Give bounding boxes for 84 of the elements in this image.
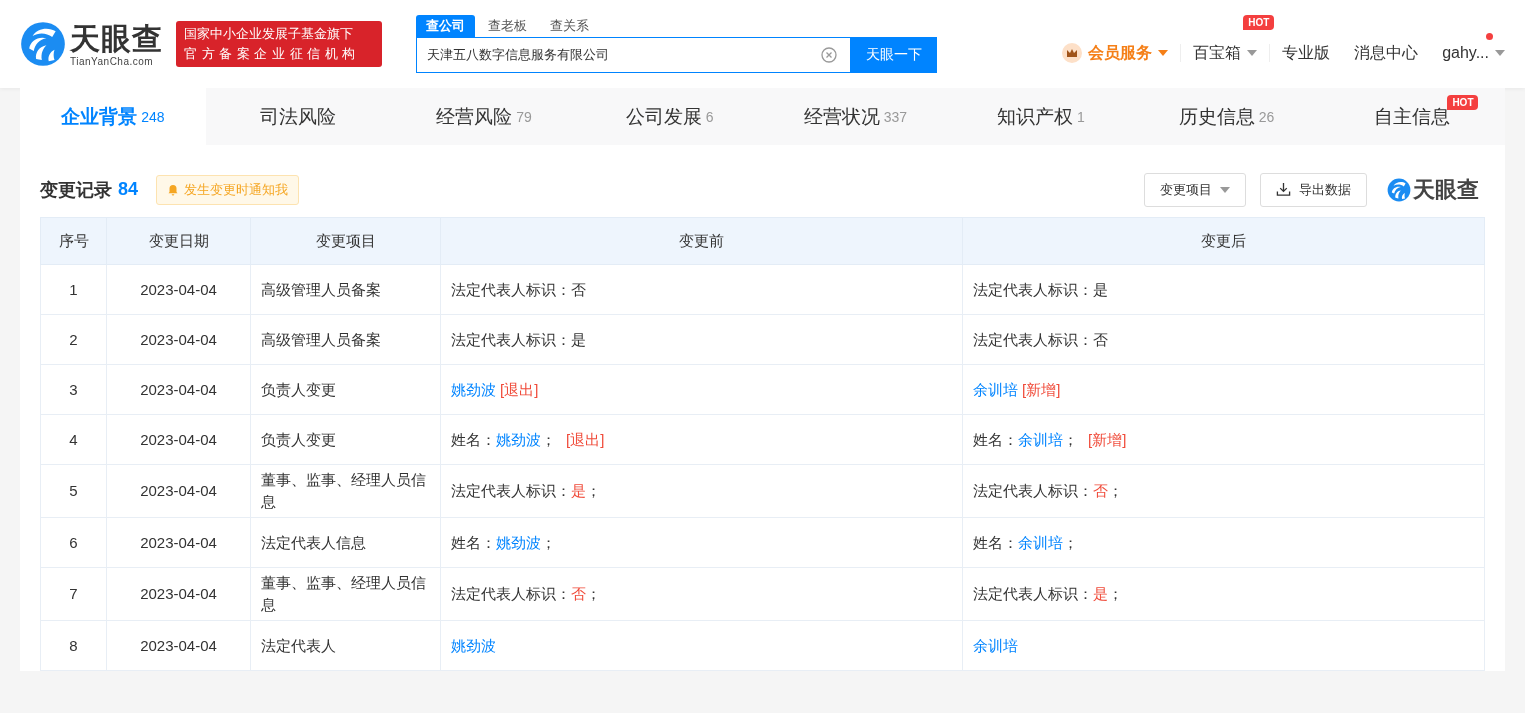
table-cell: 负责人变更 xyxy=(250,364,441,415)
table-cell: 董事、监事、经理人员信息 xyxy=(250,464,441,518)
table-cell: 2023-04-04 xyxy=(106,264,251,315)
section-tab[interactable]: 企业背景 248 xyxy=(20,88,206,145)
section-title: 变更记录 xyxy=(40,178,112,202)
table-cell: 2 xyxy=(40,314,107,365)
person-link[interactable]: 姚劲波 xyxy=(451,636,496,654)
table-cell: 4 xyxy=(40,414,107,465)
person-link[interactable]: 姚劲波 xyxy=(496,533,541,551)
hot-badge: HOT xyxy=(1243,14,1275,30)
column-header: 变更后 xyxy=(962,217,1485,265)
column-header: 变更前 xyxy=(440,217,963,265)
table-cell: 法定代表人信息 xyxy=(250,517,441,568)
table-cell: 高级管理人员备案 xyxy=(250,314,441,365)
user-menu[interactable]: gahy... xyxy=(1442,44,1489,62)
person-link[interactable]: 余训培 xyxy=(973,636,1018,654)
record-count: 84 xyxy=(118,179,139,200)
section-tab[interactable]: 经营风险 79 xyxy=(391,88,577,145)
table-cell: 2023-04-04 xyxy=(106,314,251,365)
table-cell: 2023-04-04 xyxy=(106,464,251,518)
column-header: 序号 xyxy=(40,217,107,265)
table-cell: 7 xyxy=(40,567,107,621)
download-icon xyxy=(1276,182,1291,197)
change-text: 法定代表人标识：否 xyxy=(451,280,586,298)
change-text: 法定代表人标识：是 xyxy=(451,330,586,348)
table-cell: 高级管理人员备案 xyxy=(250,264,441,315)
logo-text: 天眼查 xyxy=(70,21,163,56)
table-cell: 2023-04-04 xyxy=(106,364,251,415)
table-cell: 6 xyxy=(40,517,107,568)
table-cell: 1 xyxy=(40,264,107,315)
change-text: 姓名：姚劲波； [退出] xyxy=(451,430,605,448)
change-text: 余训培 [新增] xyxy=(973,380,1061,398)
table-cell: 2023-04-04 xyxy=(106,517,251,568)
table-cell: 5 xyxy=(40,464,107,518)
filter-dropdown[interactable]: 变更项目 xyxy=(1144,172,1246,207)
change-text: 姓名：余训培； xyxy=(973,533,1078,551)
search-tab[interactable]: 查关系 xyxy=(540,15,599,37)
logo-icon xyxy=(20,21,66,67)
table-cell: 法定代表人 xyxy=(250,620,441,671)
change-text: 姓名：姚劲波； xyxy=(451,533,556,551)
export-button[interactable]: 导出数据 xyxy=(1260,172,1367,207)
table-cell: 8 xyxy=(40,620,107,671)
change-text: 法定代表人标识：是 xyxy=(973,280,1108,298)
search-tab[interactable]: 查公司 xyxy=(416,15,475,37)
clear-icon[interactable] xyxy=(821,47,837,63)
search-field[interactable]: 天津五八数字信息服务有限公司 xyxy=(416,37,851,73)
brand-text: 天眼查 xyxy=(1413,175,1479,204)
person-link[interactable]: 姚劲波 xyxy=(496,430,541,448)
nav-link[interactable]: 百宝箱 xyxy=(1193,42,1242,64)
table-cell: 3 xyxy=(40,364,107,415)
hot-badge: HOT xyxy=(1447,95,1479,110)
change-text: 法定代表人标识：是； xyxy=(973,585,1123,602)
search-tab[interactable]: 查老板 xyxy=(478,15,537,37)
change-text: 法定代表人标识：否； xyxy=(451,585,601,602)
table-cell: 董事、监事、经理人员信息 xyxy=(250,567,441,621)
table-cell: 2023-04-04 xyxy=(106,620,251,671)
logo-icon xyxy=(1387,177,1411,202)
change-text: 姓名：余训培； [新增] xyxy=(973,430,1127,448)
caret-icon xyxy=(1220,186,1230,193)
slogan-badge: 国家中小企业发展子基金旗下 官方备案企业征信机构 xyxy=(176,21,382,67)
column-header: 变更项目 xyxy=(250,217,441,265)
nav-link[interactable]: 专业版 xyxy=(1282,42,1331,64)
change-text: 姚劲波 [退出] xyxy=(451,380,539,398)
section-tab[interactable]: 历史信息 26 xyxy=(1133,88,1320,145)
nav-link[interactable]: 消息中心 xyxy=(1354,42,1419,64)
person-link[interactable]: 余训培 xyxy=(973,380,1018,398)
person-link[interactable]: 余训培 xyxy=(1018,533,1063,551)
bell-icon xyxy=(167,183,180,196)
crown-icon xyxy=(1062,43,1083,63)
section-tab[interactable]: 经营状况 337 xyxy=(762,88,949,145)
column-header: 变更日期 xyxy=(106,217,251,265)
domain-text: TianYanCha.com xyxy=(70,55,155,67)
change-text: 法定代表人标识：是； xyxy=(451,482,601,499)
table-cell: 负责人变更 xyxy=(250,414,441,465)
person-link[interactable]: 余训培 xyxy=(1018,430,1063,448)
change-text: 法定代表人标识：否； xyxy=(973,482,1123,499)
person-link[interactable]: 姚劲波 xyxy=(451,380,496,398)
table-cell: 2023-04-04 xyxy=(106,567,251,621)
section-tab[interactable]: 知识产权 1 xyxy=(948,88,1134,145)
table-cell: 2023-04-04 xyxy=(106,414,251,465)
search-button[interactable]: 天眼一下 xyxy=(851,37,937,73)
change-text: 法定代表人标识：否 xyxy=(973,330,1108,348)
section-tab[interactable]: 司法风险 xyxy=(205,88,392,145)
section-tab[interactable]: 公司发展 6 xyxy=(576,88,763,145)
